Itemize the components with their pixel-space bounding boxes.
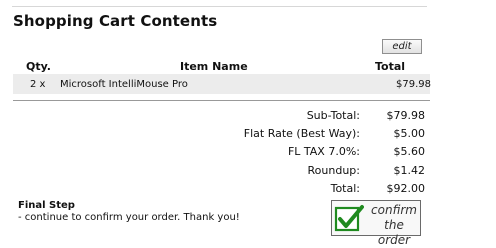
edit-cart-button[interactable]: edit <box>382 39 422 54</box>
checkout-page: Shopping Cart Contents edit Qty. Item Na… <box>0 0 496 247</box>
roundup-value: $1.42 <box>393 163 426 177</box>
final-step-title: Final Step <box>18 200 75 211</box>
order-totals: Sub-Total: $79.98 Flat Rate (Best Way): … <box>0 109 496 200</box>
confirm-label-line2: the order <box>377 218 411 247</box>
roundup-row: Roundup: $1.42 <box>0 164 496 182</box>
heading-divider <box>12 6 427 7</box>
subtotal-label: Sub-Total: <box>306 109 360 122</box>
final-step-text: - continue to confirm your order. Thank … <box>18 212 240 223</box>
item-price: $79.98 <box>396 79 431 90</box>
tax-label: FL TAX 7.0%: <box>287 145 360 159</box>
grand-total-row: Total: $92.00 <box>0 182 496 200</box>
grand-total-label: Total: <box>330 181 360 195</box>
checkmark-icon <box>334 205 364 232</box>
shipping-value: $5.00 <box>393 127 426 141</box>
item-qty: 2 x <box>30 79 46 90</box>
shipping-row: Flat Rate (Best Way): $5.00 <box>0 127 496 145</box>
shipping-label: Flat Rate (Best Way): <box>243 127 360 141</box>
confirm-label-line1: confirm <box>371 203 417 217</box>
subtotal-row: Sub-Total: $79.98 <box>0 109 496 127</box>
subtotal-value: $79.98 <box>386 109 426 122</box>
column-header-qty: Qty. <box>26 60 51 73</box>
confirm-order-label: confirm the order <box>368 203 420 248</box>
totals-divider <box>13 100 430 101</box>
roundup-label: Roundup: <box>307 163 360 177</box>
column-header-item-name: Item Name <box>180 60 248 73</box>
tax-row: FL TAX 7.0%: $5.60 <box>0 145 496 163</box>
column-header-total: Total <box>375 60 406 73</box>
confirm-order-button[interactable]: confirm the order <box>331 200 421 247</box>
cart-heading: Shopping Cart Contents <box>13 12 218 30</box>
tax-value: $5.60 <box>393 145 426 159</box>
grand-total-value: $92.00 <box>386 181 426 195</box>
item-name: Microsoft IntelliMouse Pro <box>60 79 188 90</box>
